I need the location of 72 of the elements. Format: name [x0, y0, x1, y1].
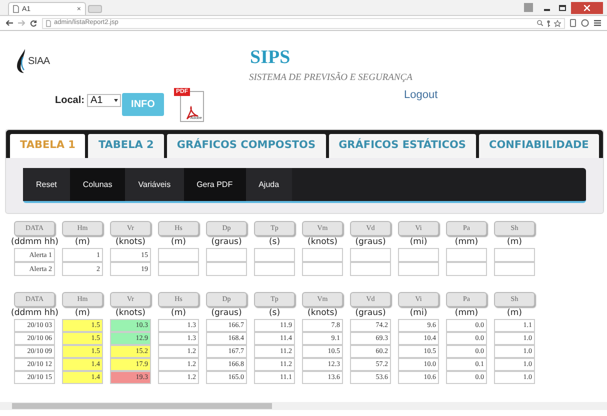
table-cell — [206, 248, 247, 262]
column-unit: (m) — [170, 236, 187, 248]
column-unit: (ddmm hh) — [11, 307, 58, 319]
table-cell — [350, 262, 391, 276]
local-label: Local: — [55, 94, 84, 108]
chat-icon[interactable] — [581, 19, 589, 27]
dropdown-arrow-icon — [114, 99, 118, 102]
column-unit: (mm) — [454, 307, 480, 319]
star-icon[interactable] — [554, 20, 561, 26]
column-unit: (s) — [268, 236, 282, 248]
scrollbar-thumb[interactable] — [12, 403, 272, 409]
restore-button[interactable] — [556, 2, 568, 14]
back-icon[interactable] — [6, 20, 13, 26]
table-cell — [446, 262, 487, 276]
app-title: SIPS — [250, 48, 290, 67]
local-select[interactable]: A1 — [87, 94, 122, 107]
column-unit: (knots) — [306, 307, 338, 319]
key-icon[interactable] — [546, 20, 551, 26]
water-drop-logo-icon — [16, 49, 28, 73]
extension-icon[interactable] — [570, 19, 576, 27]
column-unit: (m) — [74, 307, 91, 319]
table-cell — [254, 248, 295, 262]
column-unit: (knots) — [306, 236, 338, 248]
column-unit: (graus) — [354, 307, 387, 319]
column-unit: (ddmm hh) — [11, 236, 58, 248]
column-unit: (mi) — [408, 236, 428, 248]
close-icon — [584, 5, 590, 11]
table-cell — [494, 262, 535, 276]
logout-link[interactable]: Logout — [404, 90, 438, 101]
table-cell — [350, 248, 391, 262]
nav-tab[interactable]: GRÁFICOS COMPOSTOS — [166, 134, 326, 158]
page-icon — [13, 5, 19, 13]
column-unit: (knots) — [114, 307, 146, 319]
table-cell — [398, 248, 439, 262]
zoom-icon[interactable] — [537, 20, 543, 26]
table-cell — [494, 248, 535, 262]
nav-tab[interactable]: TABELA 1 — [10, 134, 86, 158]
column-unit: (mi) — [408, 307, 428, 319]
close-button[interactable] — [571, 2, 603, 14]
nav-tab[interactable]: TABELA 2 — [88, 134, 164, 158]
column-unit: (m) — [74, 236, 91, 248]
menu-item[interactable]: Colunas — [70, 168, 126, 201]
select-value: A1 — [90, 96, 103, 106]
nav-tab[interactable]: GRÁFICOS ESTÁTICOS — [328, 134, 476, 158]
column-unit: (m) — [506, 236, 523, 248]
reload-icon[interactable] — [30, 20, 37, 26]
app-subtitle: SISTEMA DE PREVISÃO E SEGURANÇA — [249, 74, 412, 84]
column-unit: (graus) — [354, 236, 387, 248]
table-cell — [158, 248, 199, 262]
column-unit: (mm) — [454, 236, 480, 248]
menu-icon[interactable] — [594, 20, 601, 26]
menu-item[interactable]: Ajuda — [246, 168, 292, 201]
table-cell — [398, 262, 439, 276]
menu-item[interactable]: Variáveis — [125, 168, 184, 201]
table-cell — [158, 262, 199, 276]
table-cell — [254, 262, 295, 276]
table-cell — [302, 262, 343, 276]
table-cell — [302, 248, 343, 262]
column-unit: (m) — [506, 307, 523, 319]
page-icon — [46, 20, 51, 26]
logo-text: SIAA — [28, 54, 50, 68]
nav-tab[interactable]: CONFIABILIDADE — [478, 134, 599, 158]
column-unit: (m) — [170, 307, 187, 319]
column-unit: (s) — [268, 307, 282, 319]
column-unit: (graus) — [210, 236, 243, 248]
column-unit: (graus) — [210, 307, 243, 319]
horizontal-scrollbar[interactable] — [0, 402, 607, 410]
table-cell — [206, 262, 247, 276]
menu-item[interactable]: Reset — [23, 168, 70, 201]
menu-item[interactable]: Gera PDF — [184, 168, 246, 201]
table-cell — [446, 248, 487, 262]
column-unit: (knots) — [114, 236, 146, 248]
